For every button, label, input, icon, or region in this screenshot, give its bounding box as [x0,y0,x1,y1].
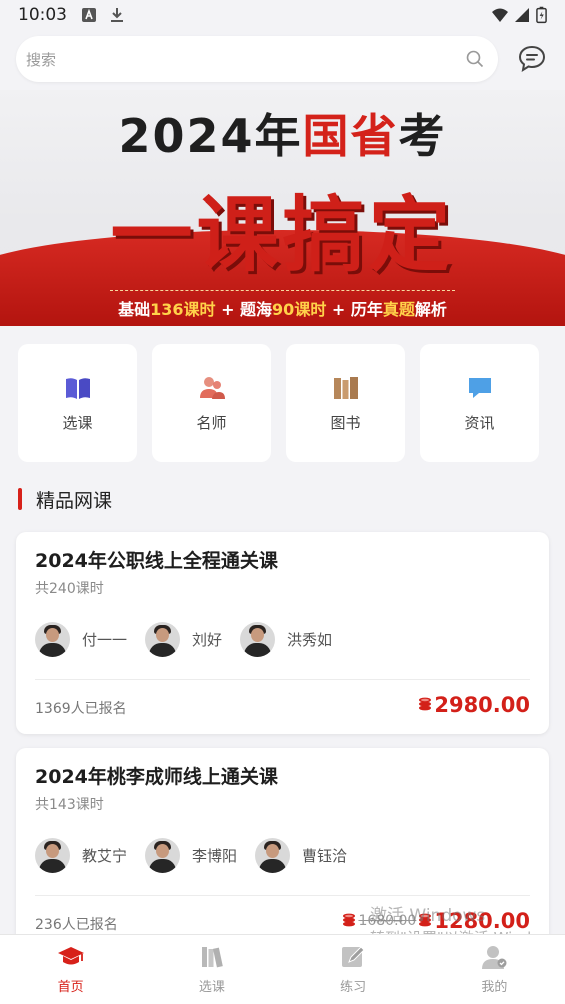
category-select-course[interactable]: 选课 [18,344,137,462]
status-bar: 10:03 [0,0,565,30]
banner-year: 2024年 [118,109,303,163]
teacher-list: 付一一 刘好 洪秀如 [35,622,350,657]
teacher-name: 教艾宁 [82,847,128,865]
tab-label: 首页 [57,980,84,995]
course-card[interactable]: 2024年公职线上全程通关课 共240课时 付一一 刘好 洪秀如 1369人已报… [16,532,549,734]
enroll-count: 1369人已报名 [35,701,127,717]
section-accent-bar [18,488,22,510]
coin-icon [419,697,432,711]
teacher-item[interactable]: 曹钰洽 [255,838,347,873]
tab-label: 选课 [198,980,225,995]
banner-sub-part: + 题海 [221,300,273,319]
books-icon [201,947,223,968]
category-teachers[interactable]: 名师 [152,344,271,462]
card-divider [35,679,530,680]
banner-headline: 一课搞定 [110,188,455,283]
avatar [240,622,276,657]
avatar [35,622,70,657]
banner-exam: 考 [398,109,447,163]
teacher-item[interactable]: 洪秀如 [240,622,332,657]
teacher-name: 洪秀如 [287,631,333,649]
signal-icon [515,8,529,22]
user-icon [482,946,507,969]
battery-icon [536,6,547,24]
tab-courses[interactable]: 选课 [141,935,282,1004]
banner-sub-part: 基础 [118,300,151,319]
teacher-name: 付一一 [82,631,128,649]
teacher-item[interactable]: 教艾宁 [35,838,127,873]
tab-label: 练习 [340,980,367,995]
category-label: 资讯 [464,413,495,432]
avatar [145,622,181,657]
banner-sub-part: 90课时 [272,300,327,319]
teacher-item[interactable]: 李博阳 [145,838,237,873]
avatar [145,838,181,873]
search-placeholder: 搜索 [26,50,57,69]
search-icon[interactable] [466,50,484,68]
status-time: 10:03 [18,5,67,25]
price-value: 2980.00 [434,693,530,717]
section-title: 精品网课 [36,489,113,512]
bottom-tab-bar: 首页 选课 练习 我的 [0,934,565,1004]
books-icon [333,376,358,399]
avatar [255,838,291,873]
banner-sub-part: 真题 [382,300,415,319]
category-label: 名师 [196,413,227,432]
edit-icon [342,946,365,967]
course-title: 2024年公职线上全程通关课 [35,550,278,572]
section-header: 精品网课 [18,486,112,512]
teacher-name: 刘好 [192,631,223,649]
tab-home[interactable]: 首页 [0,935,141,1004]
banner-title: 2024年国省考 [0,100,565,166]
tab-profile[interactable]: 我的 [424,935,565,1004]
banner-sub-part: 136课时 [150,300,216,319]
teacher-list: 教艾宁 李博阳 曹钰洽 [35,838,365,873]
notification-a-icon [82,8,96,22]
teacher-item[interactable]: 刘好 [145,622,222,657]
search-row: 搜索 [0,34,565,84]
book-icon [65,377,90,399]
teacher-icon [199,376,225,399]
banner-sub-part: 解析 [414,300,447,319]
category-label: 选课 [62,413,93,432]
tab-label: 我的 [481,980,508,995]
tab-practice[interactable]: 练习 [283,935,424,1004]
category-books[interactable]: 图书 [286,344,405,462]
search-input[interactable]: 搜索 [16,36,498,82]
category-grid: 选课 名师 图书 资讯 [18,344,548,462]
wifi-icon [492,8,508,22]
download-icon [111,8,123,22]
promo-banner[interactable]: 2024年国省考 一课搞定 基础136课时 + 题海90课时 + 历年真题解析 [0,90,565,326]
graduation-cap-icon [57,947,84,965]
banner-subtitle: 基础136课时 + 题海90课时 + 历年真题解析 [0,296,565,320]
chat-icon [468,377,491,398]
banner-sub-part: + 历年 [331,300,383,319]
teacher-name: 曹钰洽 [302,847,348,865]
card-divider [35,895,530,896]
status-icons-right [492,6,547,24]
course-hours: 共143课时 [35,797,104,813]
teacher-name: 李博阳 [192,847,238,865]
coin-icon [343,913,356,927]
enroll-count: 236人已报名 [35,917,118,933]
message-icon [518,45,546,73]
category-news[interactable]: 资讯 [420,344,539,462]
course-title: 2024年桃李成师线上通关课 [35,766,278,788]
price: 2980.00 [418,693,530,717]
status-icons-left [81,7,125,23]
banner-divider [110,290,455,291]
category-label: 图书 [330,413,361,432]
avatar [35,838,70,873]
teacher-item[interactable]: 付一一 [35,622,127,657]
course-hours: 共240课时 [35,581,104,597]
message-button[interactable] [516,43,548,75]
watermark-line-1: 激活 Windows [370,906,486,926]
banner-accent: 国省 [302,109,399,163]
